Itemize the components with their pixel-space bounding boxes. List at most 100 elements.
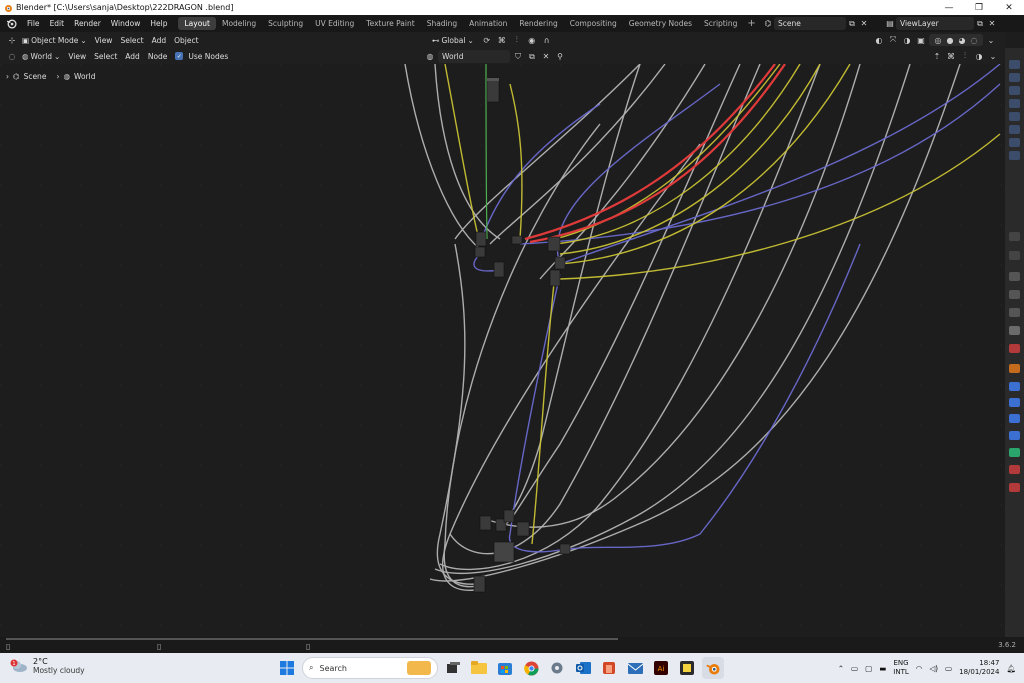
menu-help[interactable]: Help (145, 19, 172, 28)
wifi-icon[interactable]: ◠ (916, 664, 923, 673)
menu-edit[interactable]: Edit (45, 19, 70, 28)
snap-icon[interactable]: ⌘ (496, 34, 508, 46)
pivot-icon[interactable]: ⟳ (481, 34, 493, 46)
keyboard-icon[interactable]: ▭ (851, 664, 858, 673)
material-props-icon[interactable] (1009, 465, 1020, 474)
taskbar-search[interactable]: ⌕ Search (302, 657, 438, 679)
fake-user-icon[interactable]: ⛉ (512, 51, 524, 63)
chevron-up-icon[interactable]: ⌃ (838, 664, 844, 673)
tab-modeling[interactable]: Modeling (216, 17, 262, 30)
close-icon[interactable]: ✕ (994, 0, 1024, 15)
camera-icon[interactable] (1009, 73, 1020, 82)
new-viewlayer-icon[interactable]: ⧉ (974, 18, 986, 30)
snap-target-icon[interactable]: ⫶ (511, 34, 523, 46)
tab-shading[interactable]: Shading (421, 17, 463, 30)
tab-layout[interactable]: Layout (178, 17, 216, 30)
scene-selector[interactable]: ⌬ Scene ⧉ ✕ (762, 17, 874, 30)
xray-icon[interactable]: ▣ (915, 34, 927, 46)
object-props-icon[interactable] (1009, 364, 1020, 373)
language-indicator[interactable]: ENG INTL (893, 659, 908, 677)
minimize-icon[interactable]: — (934, 0, 964, 15)
battery-icon[interactable]: ▬ (879, 664, 886, 673)
world-datablock-selector[interactable]: ◍ World ⛉ ⧉ ✕ ⚲ (424, 50, 566, 63)
breadcrumb-world[interactable]: World (74, 72, 96, 81)
blender-logo-icon[interactable] (4, 17, 18, 31)
chevron-down-icon[interactable]: ⌄ (987, 50, 999, 62)
node-menu-node[interactable]: Node (144, 52, 172, 61)
power-icon[interactable]: ▭ (945, 664, 952, 673)
modifier-icon[interactable] (1009, 382, 1020, 391)
menu-render[interactable]: Render (69, 19, 106, 28)
material-shading-icon[interactable]: ◕ (956, 34, 968, 46)
notification-bell-icon[interactable]: 🔔︎ (1006, 664, 1016, 673)
tab-geometry-nodes[interactable]: Geometry Nodes (623, 17, 698, 30)
node-overlay-icon[interactable]: ◑ (973, 50, 985, 62)
render-icon[interactable] (1009, 272, 1020, 281)
viewlayer-name-field[interactable]: ViewLayer (896, 17, 974, 30)
camera-icon[interactable] (1009, 86, 1020, 95)
chevron-down-icon[interactable]: ⌄ (985, 34, 997, 46)
menu-window[interactable]: Window (106, 19, 146, 28)
tab-uv-editing[interactable]: UV Editing (309, 17, 360, 30)
texture-props-icon[interactable] (1009, 483, 1020, 492)
blender-taskbar-icon[interactable] (702, 657, 724, 679)
tab-scripting[interactable]: Scripting (698, 17, 743, 30)
menu-view[interactable]: View (91, 36, 117, 45)
camera-icon[interactable] (1009, 112, 1020, 121)
snap-element-icon[interactable]: ⫶ (959, 50, 971, 62)
camera-icon[interactable] (1009, 151, 1020, 160)
delete-scene-icon[interactable]: ✕ (858, 18, 870, 30)
tab-texture-paint[interactable]: Texture Paint (360, 17, 420, 30)
illustrator-icon[interactable]: Ai (650, 657, 672, 679)
constraints-icon[interactable] (1009, 431, 1020, 440)
display-icon[interactable]: ▢ (865, 664, 872, 673)
physics-icon[interactable] (1009, 414, 1020, 423)
camera-icon[interactable] (1009, 125, 1020, 134)
breadcrumb-scene[interactable]: Scene (24, 72, 47, 81)
output-icon[interactable] (1009, 290, 1020, 299)
object-mode-dropdown[interactable]: ▣ Object Mode ⌄ (18, 36, 91, 45)
wireframe-shading-icon[interactable]: ◎ (932, 34, 944, 46)
world-browse-icon[interactable]: ◍ (424, 51, 436, 63)
rendered-shading-icon[interactable]: ◌ (968, 34, 980, 46)
camera-icon[interactable] (1009, 99, 1020, 108)
node-menu-add[interactable]: Add (121, 52, 144, 61)
parent-node-tree-icon[interactable]: ⇡ (931, 50, 943, 62)
use-nodes-toggle[interactable]: ✓ Use Nodes (171, 52, 232, 61)
add-workspace-button[interactable]: + (743, 18, 759, 29)
camera-icon[interactable] (1009, 138, 1020, 147)
horizontal-scrollbar[interactable] (6, 638, 618, 640)
node-menu-view[interactable]: View (64, 52, 90, 61)
outlook-icon[interactable] (572, 657, 594, 679)
tab-sculpting[interactable]: Sculpting (262, 17, 309, 30)
clock[interactable]: 18:47 18/01/2024 (959, 659, 999, 677)
tool-icon[interactable] (1009, 251, 1020, 260)
new-world-icon[interactable]: ⧉ (526, 51, 538, 63)
menu-select[interactable]: Select (116, 36, 147, 45)
delete-viewlayer-icon[interactable]: ✕ (986, 18, 998, 30)
orientation-dropdown[interactable]: ⊷ Global ⌄ (428, 36, 478, 45)
microsoft-store-icon[interactable] (494, 657, 516, 679)
menu-file[interactable]: File (22, 19, 45, 28)
view-layer-icon[interactable] (1009, 308, 1020, 317)
gizmo-icon[interactable]: ⤧ (887, 34, 899, 46)
unlink-world-icon[interactable]: ✕ (540, 51, 552, 63)
world-name-field[interactable]: World (438, 50, 510, 63)
settings-icon[interactable] (546, 657, 568, 679)
volume-icon[interactable]: ◁) (929, 664, 938, 673)
tab-compositing[interactable]: Compositing (564, 17, 623, 30)
scene-name-field[interactable]: Scene (774, 17, 846, 30)
particles-icon[interactable] (1009, 398, 1020, 407)
menu-add[interactable]: Add (148, 36, 171, 45)
maximize-icon[interactable]: ❐ (964, 0, 994, 15)
node-canvas[interactable]: › ⌬ Scene › ◍ World (0, 64, 1005, 637)
node-menu-select[interactable]: Select (90, 52, 121, 61)
tab-animation[interactable]: Animation (463, 17, 513, 30)
data-props-icon[interactable] (1009, 448, 1020, 457)
node-editor-type-icon[interactable]: ◌ (6, 50, 18, 62)
sticky-notes-icon[interactable] (676, 657, 698, 679)
overlay-icon[interactable]: ◑ (901, 34, 913, 46)
camera-icon[interactable] (1009, 60, 1020, 69)
proportional-edit-icon[interactable]: ◉ (526, 34, 538, 46)
pin-icon[interactable]: ⚲ (554, 51, 566, 63)
